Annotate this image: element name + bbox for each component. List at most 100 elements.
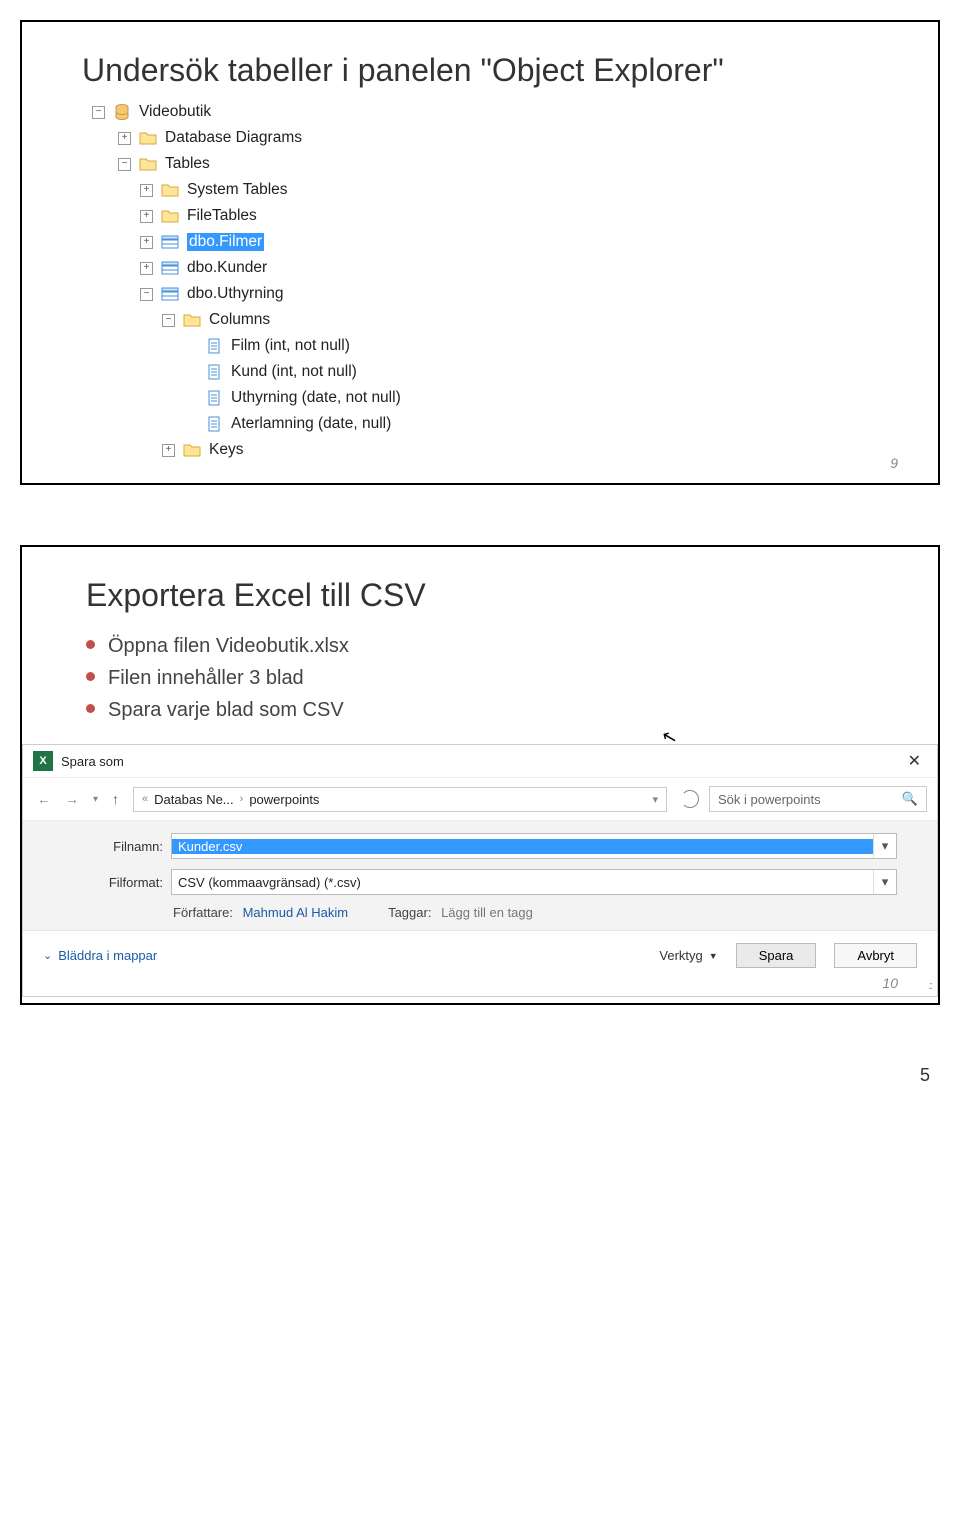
bullet-item: Spara varje blad som CSV xyxy=(86,694,898,726)
expand-icon[interactable]: + xyxy=(118,132,131,145)
filename-value: Kunder.csv xyxy=(172,839,873,854)
tags-label: Taggar: xyxy=(388,905,431,920)
nav-back-icon[interactable]: ← xyxy=(33,791,55,807)
breadcrumb-segment[interactable]: Databas Ne... xyxy=(154,792,234,807)
fileformat-value: CSV (kommaavgränsad) (*.csv) xyxy=(172,875,873,890)
tools-dropdown[interactable]: Verktyg ▼ xyxy=(659,948,717,963)
expand-icon[interactable]: + xyxy=(140,184,153,197)
tree-item-diagrams[interactable]: + Database Diagrams xyxy=(92,125,898,151)
folder-icon xyxy=(183,311,201,329)
tree-label: Film (int, not null) xyxy=(231,337,350,355)
slide-2: Exportera Excel till CSV Öppna filen Vid… xyxy=(20,545,940,1005)
table-icon xyxy=(161,233,179,251)
bullet-item: Filen innehåller 3 blad xyxy=(86,662,898,694)
filename-label: Filnamn: xyxy=(83,839,163,854)
collapse-icon[interactable]: − xyxy=(140,288,153,301)
bullet-item: Öppna filen Videobutik.xlsx xyxy=(86,630,898,662)
tree-label: dbo.Kunder xyxy=(187,259,267,277)
search-icon: 🔍 xyxy=(902,791,918,807)
expand-icon[interactable]: + xyxy=(162,444,175,457)
folder-icon xyxy=(161,207,179,225)
tree-item-col-aterlamning[interactable]: Aterlamning (date, null) xyxy=(92,411,898,437)
chevron-down-icon[interactable]: ▾ xyxy=(873,870,896,894)
database-icon xyxy=(113,103,131,121)
search-placeholder: Sök i powerpoints xyxy=(718,792,821,807)
author-label: Författare: xyxy=(173,905,233,920)
browse-folders-label: Bläddra i mappar xyxy=(58,948,157,963)
tree-item-col-uthyrning[interactable]: Uthyrning (date, not null) xyxy=(92,385,898,411)
tools-label: Verktyg xyxy=(659,948,702,963)
tree-item-keys[interactable]: + Keys xyxy=(92,437,898,463)
column-icon xyxy=(205,363,223,381)
column-icon xyxy=(205,389,223,407)
slide2-title: Exportera Excel till CSV xyxy=(86,577,898,614)
chevron-left-icon: « xyxy=(142,793,148,805)
slide2-page-number: 10 xyxy=(882,975,898,991)
close-button[interactable]: ✕ xyxy=(902,751,927,771)
tree-label: FileTables xyxy=(187,207,257,225)
collapse-icon[interactable]: − xyxy=(92,106,105,119)
refresh-icon[interactable] xyxy=(681,790,699,808)
tree-item-system-tables[interactable]: + System Tables xyxy=(92,177,898,203)
tree-item-col-film[interactable]: Film (int, not null) xyxy=(92,333,898,359)
nav-up-icon[interactable]: ↑ xyxy=(108,791,123,807)
tree-item-col-kund[interactable]: Kund (int, not null) xyxy=(92,359,898,385)
tree-item-columns[interactable]: − Columns xyxy=(92,307,898,333)
expand-icon[interactable]: + xyxy=(140,236,153,249)
fileformat-label: Filformat: xyxy=(83,875,163,890)
tree-item-tables[interactable]: − Tables xyxy=(92,151,898,177)
chevron-down-icon[interactable]: ▾ xyxy=(873,834,896,858)
filename-input[interactable]: Kunder.csv ▾ xyxy=(171,833,897,859)
save-button[interactable]: Spara xyxy=(736,943,817,968)
column-icon xyxy=(205,337,223,355)
resize-grip-icon[interactable]: .:: xyxy=(23,980,937,996)
nav-forward-icon[interactable]: → xyxy=(61,791,83,807)
tree-label: dbo.Uthyrning xyxy=(187,285,284,303)
fileformat-select[interactable]: CSV (kommaavgränsad) (*.csv) ▾ xyxy=(171,869,897,895)
chevron-down-icon[interactable]: ▾ xyxy=(89,794,102,805)
collapse-icon[interactable]: − xyxy=(162,314,175,327)
tree-item-dbo-uthyrning[interactable]: − dbo.Uthyrning xyxy=(92,281,898,307)
slide2-bullets: Öppna filen Videobutik.xlsx Filen innehå… xyxy=(86,630,898,726)
chevron-down-icon: ⌄ xyxy=(43,949,52,962)
cancel-button[interactable]: Avbryt xyxy=(834,943,917,968)
breadcrumb-bar[interactable]: « Databas Ne... › powerpoints ▾ xyxy=(133,787,667,812)
tree-label: Kund (int, not null) xyxy=(231,363,357,381)
tree-label: Aterlamning (date, null) xyxy=(231,415,391,433)
browse-folders-toggle[interactable]: ⌄ Bläddra i mappar xyxy=(43,948,157,963)
folder-icon xyxy=(139,155,157,173)
object-explorer-tree: − Videobutik + Database Diagrams − Table… xyxy=(92,99,898,463)
tree-item-file-tables[interactable]: + FileTables xyxy=(92,203,898,229)
expand-icon[interactable]: + xyxy=(140,210,153,223)
table-icon xyxy=(161,259,179,277)
slide1-page-number: 9 xyxy=(890,455,898,471)
breadcrumb-segment[interactable]: powerpoints xyxy=(249,792,319,807)
tree-label: Keys xyxy=(209,441,243,459)
folder-icon xyxy=(183,441,201,459)
slide-1: Undersök tabeller i panelen "Object Expl… xyxy=(20,20,940,485)
slide1-title: Undersök tabeller i panelen "Object Expl… xyxy=(82,52,898,89)
excel-icon: X xyxy=(33,751,53,771)
save-as-dialog: ↖ X Spara som ✕ ← → ▾ ↑ « Databas Ne... … xyxy=(22,744,938,997)
search-input[interactable]: Sök i powerpoints 🔍 xyxy=(709,786,927,812)
tree-root[interactable]: − Videobutik xyxy=(92,99,898,125)
tree-label: Columns xyxy=(209,311,270,329)
tree-item-dbo-filmer[interactable]: + dbo.Filmer xyxy=(92,229,898,255)
chevron-down-icon[interactable]: ▾ xyxy=(652,793,658,806)
folder-icon xyxy=(161,181,179,199)
tree-label-selected: dbo.Filmer xyxy=(187,233,264,251)
expand-icon[interactable]: + xyxy=(140,262,153,275)
tree-label: Videobutik xyxy=(139,103,211,121)
column-icon xyxy=(205,415,223,433)
document-page-number: 5 xyxy=(20,1065,940,1086)
collapse-icon[interactable]: − xyxy=(118,158,131,171)
tags-value[interactable]: Lägg till en tagg xyxy=(441,905,533,920)
tree-label: Uthyrning (date, not null) xyxy=(231,389,401,407)
chevron-down-icon: ▼ xyxy=(709,951,718,961)
folder-icon xyxy=(139,129,157,147)
tree-label: System Tables xyxy=(187,181,288,199)
author-value[interactable]: Mahmud Al Hakim xyxy=(243,905,348,920)
tree-item-dbo-kunder[interactable]: + dbo.Kunder xyxy=(92,255,898,281)
chevron-right-icon: › xyxy=(240,793,244,805)
tree-label: Database Diagrams xyxy=(165,129,302,147)
